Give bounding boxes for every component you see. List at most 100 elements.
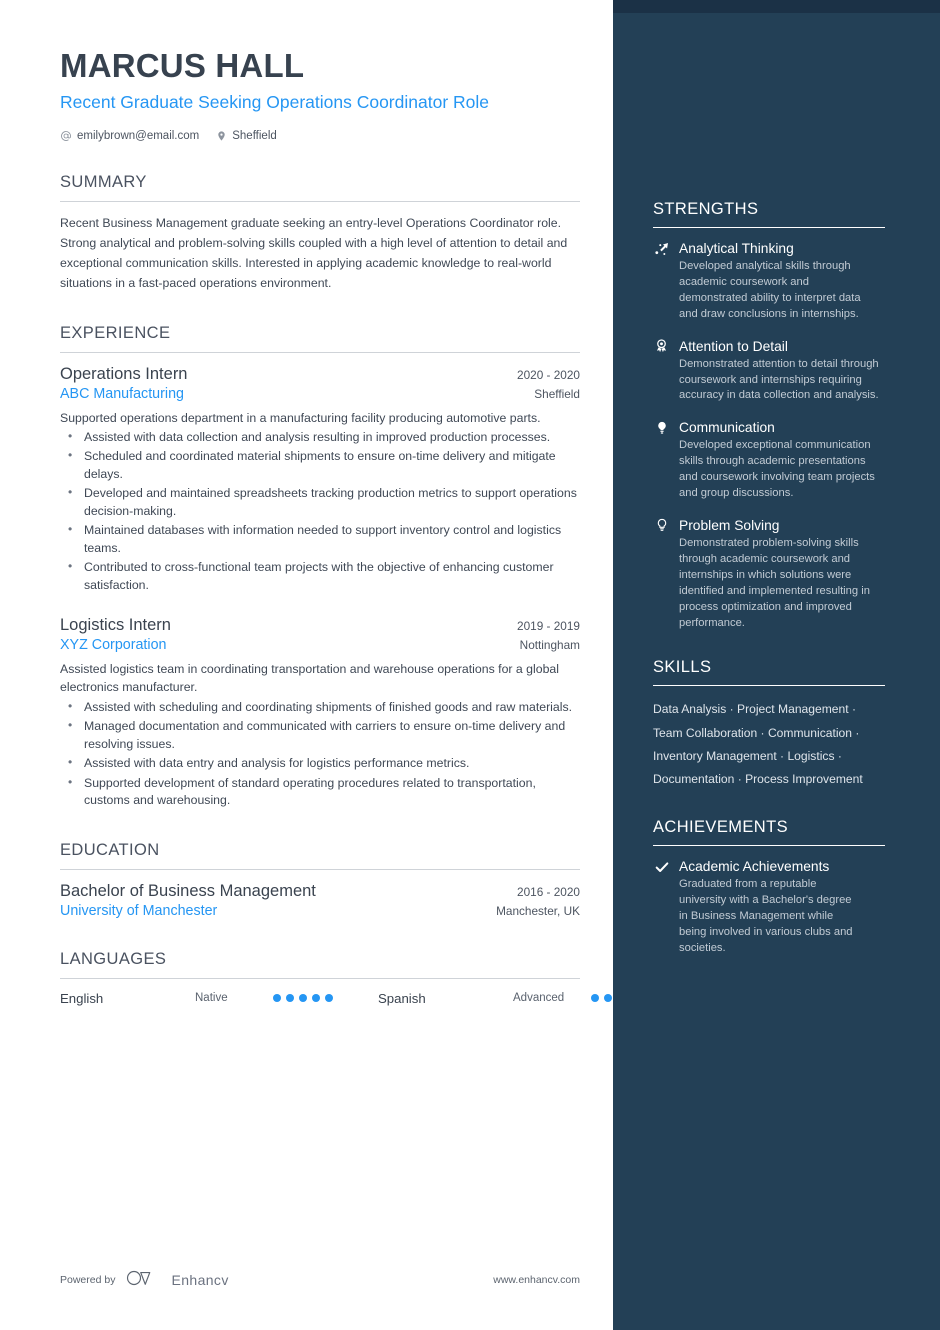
strength-name: Attention to Detail: [679, 338, 788, 354]
skills-list: Data Analysis · Project Management · Tea…: [653, 702, 863, 787]
brand-name: Enhancv: [171, 1271, 229, 1288]
rating-dot: [312, 994, 320, 1003]
lightbulb-icon: [653, 517, 670, 534]
section-summary: SUMMARY Recent Business Management gradu…: [60, 173, 580, 294]
main-column: MARCUS HALL Recent Graduate Seeking Oper…: [0, 0, 651, 1330]
section-strengths: STRENGTHS Analytical Thinking Developed …: [653, 200, 885, 631]
divider: [653, 227, 885, 228]
achievement-item: Academic Achievements Graduated from a r…: [653, 858, 880, 957]
education-degree: Bachelor of Business Management: [60, 881, 316, 900]
strength-description: Developed exceptional communication skil…: [679, 439, 875, 500]
section-title-strengths: STRENGTHS: [653, 200, 759, 218]
experience-bullets: Assisted with data collection and analys…: [60, 428, 580, 594]
language-item: Spanish Advanced: [378, 991, 651, 1006]
achievement-name: Academic Achievements: [679, 859, 830, 875]
strength-item: Problem Solving Demonstrated problem-sol…: [653, 517, 880, 631]
strength-name: Problem Solving: [679, 517, 780, 533]
rating-dot: [299, 994, 307, 1003]
strength-name: Analytical Thinking: [679, 241, 794, 256]
section-title-education: EDUCATION: [60, 840, 160, 859]
experience-location: Nottingham: [519, 638, 580, 653]
rating-dot: [604, 994, 612, 1003]
rating-dot: [325, 994, 333, 1003]
experience-company[interactable]: ABC Manufacturing: [60, 386, 184, 402]
education-school[interactable]: University of Manchester: [60, 903, 217, 919]
strength-name: Communication: [679, 420, 775, 436]
list-item: Supported development of standard operat…: [60, 774, 580, 810]
experience-bullets: Assisted with scheduling and coordinatin…: [60, 698, 580, 810]
list-item: Developed and maintained spreadsheets tr…: [60, 484, 580, 520]
experience-date: 2020 - 2020: [517, 367, 580, 382]
brand-block: Powered by Enhancv: [60, 1269, 229, 1290]
experience-role: Operations Intern: [60, 364, 188, 383]
strength-description: Developed analytical skills through acad…: [679, 260, 861, 320]
section-skills: SKILLS Data Analysis · Project Managemen…: [653, 658, 885, 791]
contact-location-text: Sheffield: [232, 129, 277, 142]
contact-row: emilybrown@email.com Sheffield: [60, 130, 580, 142]
experience-role: Logistics Intern: [60, 616, 171, 635]
trend-arrow-icon: [653, 240, 670, 257]
strength-item: Communication Developed exceptional comm…: [653, 419, 880, 502]
list-item: Assisted with data collection and analys…: [60, 428, 580, 446]
at-icon: [60, 130, 72, 142]
experience-company[interactable]: XYZ Corporation: [60, 637, 166, 653]
achievement-description: Graduated from a reputable university wi…: [679, 878, 853, 954]
strength-item: Attention to Detail Demonstrated attenti…: [653, 338, 880, 405]
experience-entry: Logistics Intern 2019 - 2019 XYZ Corpora…: [60, 616, 580, 810]
location-pin-icon: [216, 130, 227, 142]
experience-description: Supported operations department in a man…: [60, 410, 541, 425]
strength-description: Demonstrated attention to detail through…: [679, 357, 879, 402]
rating-dot: [591, 994, 599, 1003]
divider: [60, 200, 580, 202]
section-education: EDUCATION Bachelor of Business Managemen…: [60, 841, 580, 919]
footer-website[interactable]: www.enhancv.com: [493, 1274, 580, 1286]
summary-text: Recent Business Management graduate seek…: [60, 215, 568, 290]
resume-page: MARCUS HALL Recent Graduate Seeking Oper…: [0, 0, 940, 1330]
powered-by-label: Powered by: [60, 1273, 116, 1286]
section-experience: EXPERIENCE Operations Intern 2020 - 2020…: [60, 324, 580, 810]
headline: Recent Graduate Seeking Operations Coord…: [60, 92, 489, 113]
check-icon: [653, 858, 670, 875]
language-name: English: [60, 990, 104, 1006]
language-item: English Native: [60, 991, 333, 1006]
list-item: Assisted with data entry and analysis fo…: [60, 754, 580, 772]
page-title: MARCUS HALL: [60, 47, 305, 84]
experience-date: 2019 - 2019: [517, 619, 580, 634]
sidebar: STRENGTHS Analytical Thinking Developed …: [613, 0, 940, 1330]
rating-dot: [286, 994, 294, 1003]
divider: [60, 351, 580, 353]
list-item: Maintained databases with information ne…: [60, 521, 580, 557]
list-item: Managed documentation and communicated w…: [60, 717, 580, 753]
language-name: Spanish: [378, 990, 426, 1006]
education-location: Manchester, UK: [496, 903, 580, 918]
section-title-skills: SKILLS: [653, 658, 712, 677]
language-level: Native: [195, 992, 228, 1005]
languages-row: English Native Spanish Advanced: [60, 991, 651, 1006]
section-languages: LANGUAGES English Native Spanish Advance…: [60, 949, 651, 1006]
sidebar-accent-bar: [613, 0, 940, 13]
section-title-experience: EXPERIENCE: [60, 323, 171, 342]
rating-dot: [273, 994, 281, 1003]
award-medal-icon: [653, 338, 670, 355]
enhancv-logo-icon: [125, 1269, 161, 1290]
strength-description: Demonstrated problem-solving skills thro…: [679, 536, 870, 629]
strength-item: Analytical Thinking Developed analytical…: [653, 240, 880, 323]
experience-location: Sheffield: [534, 386, 580, 401]
language-rating-dots: [273, 994, 333, 1003]
section-achievements: ACHIEVEMENTS Academic Achievements Gradu…: [653, 818, 885, 957]
section-title-achievements: ACHIEVEMENTS: [653, 818, 788, 837]
list-item: Scheduled and coordinated material shipm…: [60, 447, 580, 483]
divider: [60, 977, 580, 979]
section-title-languages: LANGUAGES: [60, 949, 167, 968]
megaphone-icon: [653, 419, 670, 436]
list-item: Contributed to cross-functional team pro…: [60, 558, 580, 594]
section-title-summary: SUMMARY: [60, 172, 147, 191]
experience-entry: Operations Intern 2020 - 2020 ABC Manufa…: [60, 365, 580, 595]
divider: [60, 868, 580, 870]
education-entry: Bachelor of Business Management 2016 - 2…: [60, 882, 580, 919]
contact-email[interactable]: emilybrown@email.com: [60, 130, 199, 142]
experience-description: Assisted logistics team in coordinating …: [60, 662, 559, 695]
footer: Powered by Enhancv www.enhancv.com: [60, 1269, 580, 1290]
divider: [653, 685, 885, 687]
language-level: Advanced: [513, 992, 565, 1005]
